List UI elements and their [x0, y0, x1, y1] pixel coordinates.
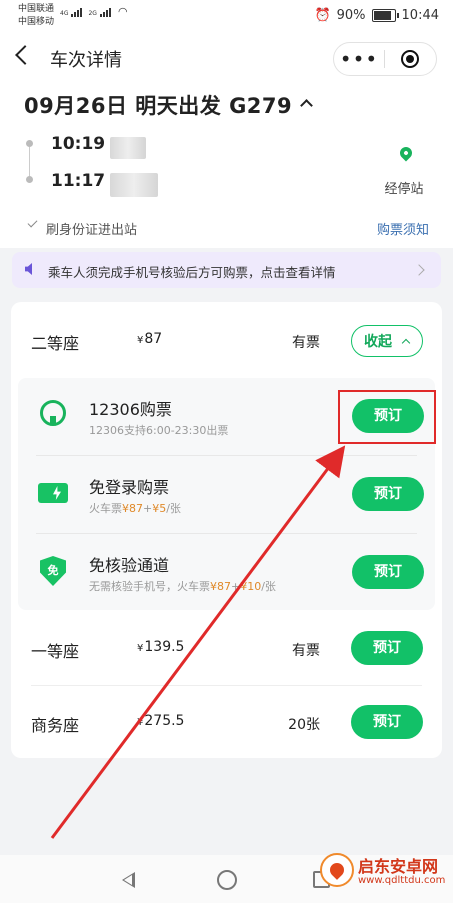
- sub-plus: +: [143, 502, 153, 515]
- book-button-no-verify[interactable]: 预订: [352, 555, 424, 589]
- ticket-notice-link[interactable]: 购票须知: [377, 219, 429, 238]
- price-value: 87: [144, 331, 163, 347]
- watermark-url: www.qdlttdu.com: [358, 875, 446, 886]
- signal-icon: [99, 8, 111, 17]
- option-title: 免登录购票: [89, 478, 170, 497]
- currency-symbol: ¥: [137, 643, 144, 654]
- annotation-highlight-box: [338, 390, 436, 444]
- sub-plus: +: [231, 580, 241, 593]
- timeline: [26, 140, 34, 183]
- network-type-1: 4G: [60, 10, 69, 17]
- sub-prefix: 无需核验手机号，火车票: [89, 580, 210, 593]
- timeline-dot-depart: [26, 140, 33, 147]
- seat-price: ¥275.5: [137, 713, 184, 729]
- option-no-verify: 免 免核验通道 无需核验手机号，火车票¥87+¥10/张 预订: [18, 534, 435, 611]
- watermark-logo-icon: [320, 853, 354, 887]
- sub-prefix: 火车票: [89, 502, 122, 515]
- more-menu-icon[interactable]: •••: [334, 49, 384, 69]
- timeline-line: [29, 147, 30, 177]
- seat-row-business-class: 商务座 ¥275.5 20张 预订: [11, 686, 442, 762]
- option-no-login: 免登录购票 火车票¥87+¥5/张 预订: [18, 456, 435, 533]
- seat-card: 二等座 ¥87 有票 收起 12306购票 12306支持6:00-23:30出…: [11, 302, 442, 758]
- sub-price-1: ¥87: [122, 502, 143, 515]
- option-subtitle: 无需核验手机号，火车票¥87+¥10/张: [89, 578, 276, 594]
- chevron-right-icon: [413, 264, 425, 276]
- seat-price: ¥139.5: [137, 639, 184, 655]
- seat-row-first-class: 一等座 ¥139.5 有票 预订: [11, 610, 442, 686]
- site-watermark: 启东安卓网 www.qdlttdu.com: [320, 849, 445, 893]
- depart-station-blurred: [110, 137, 146, 159]
- book-button-no-login[interactable]: 预订: [352, 477, 424, 511]
- status-right: ⏰ 90% 10:44: [314, 8, 439, 23]
- option-subtitle: 12306支持6:00-23:30出票: [89, 424, 229, 437]
- chevron-up-icon: [401, 338, 411, 348]
- seat-availability: 20张: [288, 717, 320, 733]
- collapse-button[interactable]: 收起: [351, 325, 423, 357]
- sub-price-2: ¥10: [240, 580, 262, 593]
- wifi-icon: ◠: [117, 5, 128, 18]
- check-icon: [27, 217, 38, 228]
- arrive-time: 11:17: [51, 171, 106, 191]
- price-value: 275.5: [144, 713, 185, 729]
- battery-percent: 90%: [336, 8, 366, 23]
- trip-date-train[interactable]: 09月26日 明天出发 G279: [24, 90, 314, 120]
- network-type-2: 2G: [88, 10, 97, 17]
- signal-icons: 4G 2G ◠: [60, 5, 128, 18]
- status-bar: 中国联通 中国移动 4G 2G ◠ ⏰ 90% 10:44: [0, 0, 453, 34]
- seat-name: 商务座: [31, 716, 80, 735]
- shield-icon: 免: [40, 556, 66, 586]
- carrier-2: 中国移动: [18, 17, 55, 27]
- seat-availability: 有票: [292, 335, 320, 351]
- option-subtitle: 火车票¥87+¥5/张: [89, 500, 181, 516]
- mini-program-capsule: •••: [333, 42, 437, 76]
- seat-price: ¥87: [137, 331, 162, 347]
- price-value: 139.5: [144, 639, 185, 655]
- sub-suffix: /张: [261, 580, 276, 593]
- id-card-note: 刷身份证进出站: [46, 223, 138, 238]
- sub-price-1: ¥87: [210, 580, 231, 593]
- sub-price-2: ¥5: [152, 502, 167, 515]
- battery-icon: [371, 9, 399, 22]
- watermark-name: 启东安卓网: [358, 857, 439, 876]
- currency-symbol: ¥: [137, 717, 144, 728]
- sub-suffix: /张: [166, 502, 181, 515]
- chevron-up-icon: [300, 99, 314, 112]
- nav-back-icon[interactable]: [122, 872, 135, 888]
- timeline-dot-arrive: [26, 176, 33, 183]
- back-icon[interactable]: [15, 45, 35, 65]
- option-title: 免核验通道: [89, 556, 170, 575]
- arrive-station-blurred: [110, 173, 158, 197]
- trip-date-text: 09月26日 明天出发 G279: [24, 94, 293, 118]
- railway-logo-icon: [40, 400, 66, 426]
- page-title: 车次详情: [50, 50, 122, 71]
- depart-time: 10:19: [51, 134, 106, 154]
- alarm-icon: ⏰: [314, 8, 331, 23]
- banner-text: 乘车人须完成手机号核验后方可购票，点击查看详情: [48, 265, 336, 280]
- nav-bar: 车次详情 •••: [0, 34, 453, 82]
- collapse-label: 收起: [364, 334, 392, 350]
- via-stops-link[interactable]: 经停站: [379, 178, 429, 197]
- option-title: 12306购票: [89, 400, 172, 419]
- speaker-icon: [25, 263, 32, 275]
- currency-symbol: ¥: [137, 335, 144, 346]
- book-button-first-class[interactable]: 预订: [351, 631, 423, 665]
- verification-banner[interactable]: 乘车人须完成手机号核验后方可购票，点击查看详情: [12, 252, 441, 288]
- seat-name: 二等座: [31, 334, 80, 353]
- seat-name: 一等座: [31, 642, 80, 661]
- close-target-button[interactable]: [385, 50, 435, 68]
- seat-row-second-class: 二等座 ¥87 有票 收起: [11, 302, 442, 378]
- nav-home-icon[interactable]: [217, 870, 237, 890]
- signal-icon: [71, 8, 83, 17]
- carrier-info: 中国联通 中国移动: [18, 3, 54, 29]
- carrier-1: 中国联通: [18, 4, 55, 14]
- id-info-row: 刷身份证进出站 购票须知: [0, 210, 453, 246]
- fast-card-icon: [38, 483, 68, 503]
- target-icon: [401, 50, 419, 68]
- seat-availability: 有票: [292, 643, 320, 659]
- book-button-business-class[interactable]: 预订: [351, 705, 423, 739]
- status-time: 10:44: [401, 8, 439, 23]
